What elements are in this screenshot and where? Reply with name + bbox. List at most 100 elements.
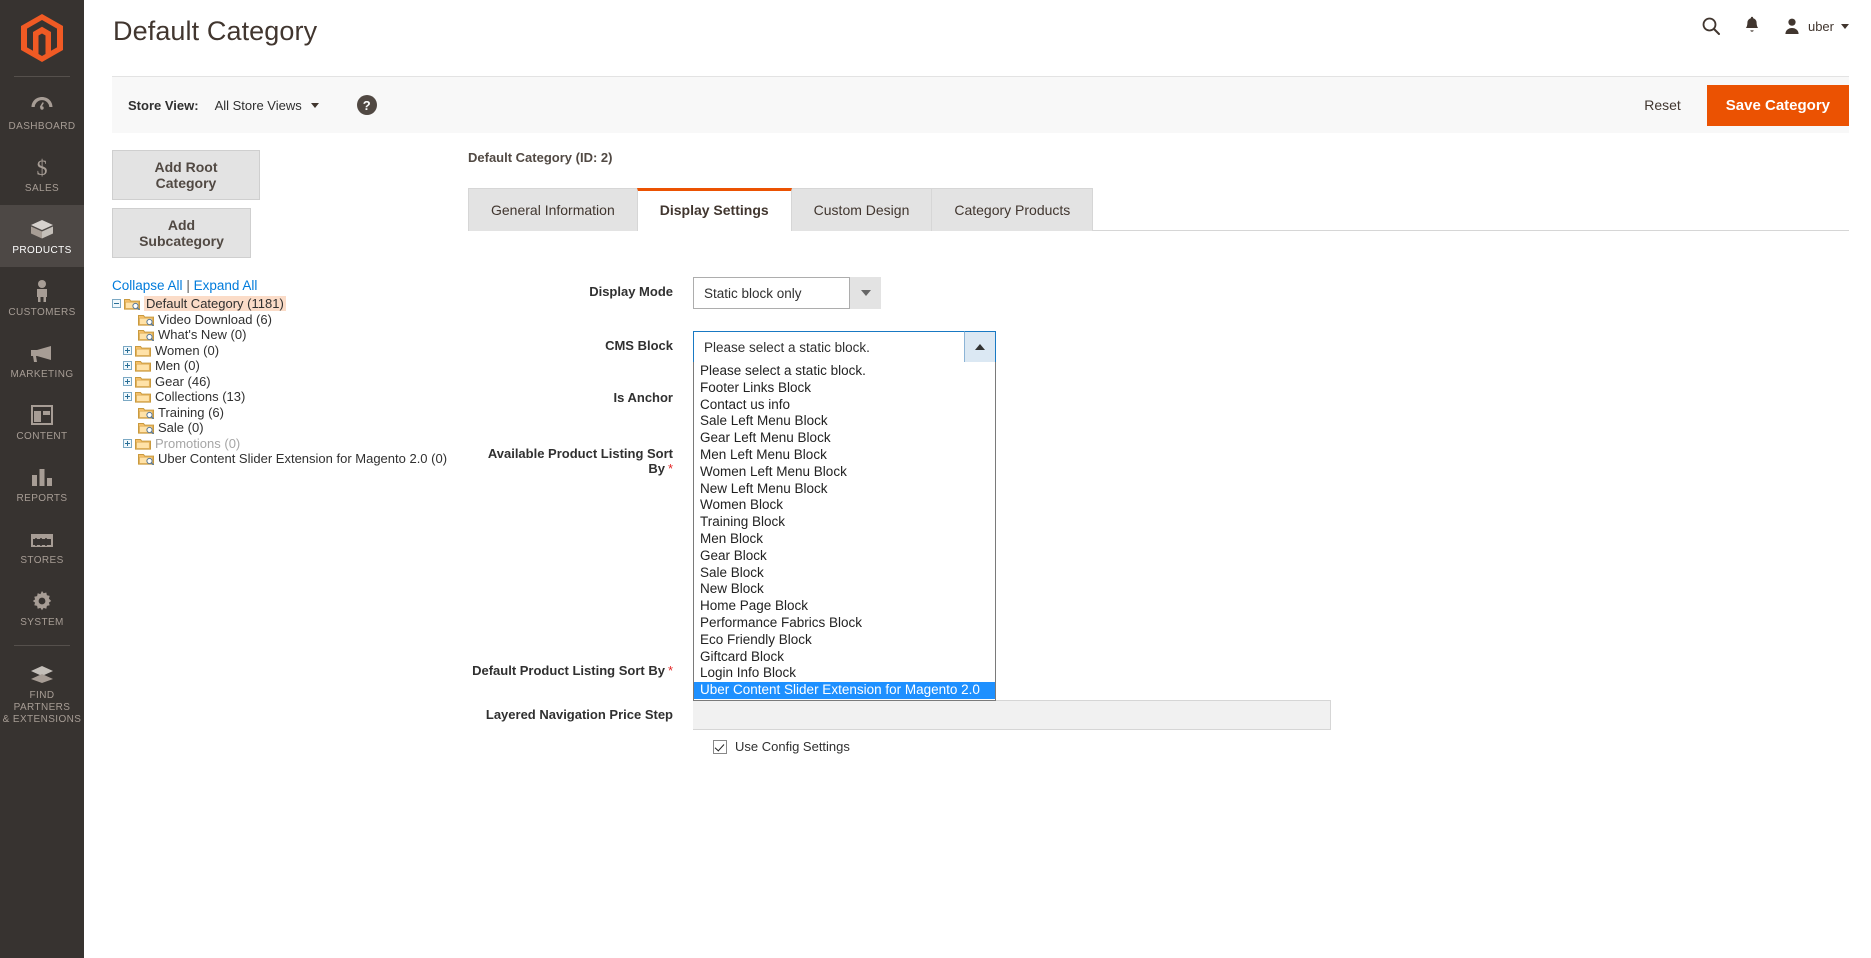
- chevron-up-icon[interactable]: [964, 331, 996, 363]
- cms-block-option[interactable]: Training Block: [694, 514, 995, 531]
- cms-block-option[interactable]: Footer Links Block: [694, 380, 995, 397]
- cms-block-option[interactable]: Gear Left Menu Block: [694, 430, 995, 447]
- sidebar-item-customers[interactable]: CUSTOMERS: [0, 267, 84, 329]
- tree-node[interactable]: Sale (0): [112, 420, 452, 436]
- tree-node[interactable]: What's New (0): [112, 327, 452, 343]
- cms-block-combobox[interactable]: Please select a static block. Please sel…: [693, 331, 996, 701]
- nav-divider-bottom: [14, 645, 70, 646]
- expand-all-link[interactable]: Expand All: [194, 278, 258, 293]
- use-config-checkbox[interactable]: [713, 739, 727, 754]
- cms-block-option[interactable]: Giftcard Block: [694, 649, 995, 666]
- cms-block-input[interactable]: Please select a static block.: [693, 331, 996, 363]
- cms-block-option[interactable]: Sale Left Menu Block: [694, 413, 995, 430]
- display-mode-control: Static block only: [693, 277, 881, 309]
- tab-display-settings[interactable]: Display Settings: [636, 188, 792, 231]
- cms-block-option[interactable]: Women Left Menu Block: [694, 464, 995, 481]
- store-view-switcher[interactable]: All Store Views: [215, 98, 319, 113]
- reset-button[interactable]: Reset: [1630, 89, 1695, 121]
- cms-block-option[interactable]: Uber Content Slider Extension for Magent…: [694, 682, 995, 699]
- folder-icon: [135, 375, 151, 388]
- tab-general-information[interactable]: General Information: [468, 188, 638, 231]
- tree-node-label[interactable]: Default Category (1181): [144, 296, 286, 312]
- tree-node[interactable]: Men (0): [112, 358, 452, 374]
- expand-node-icon[interactable]: [123, 438, 132, 448]
- tree-node-label[interactable]: Women (0): [155, 343, 219, 358]
- tab-custom-design[interactable]: Custom Design: [790, 188, 933, 231]
- magento-logo[interactable]: [0, 0, 84, 76]
- cms-block-option[interactable]: Login Info Block: [694, 665, 995, 682]
- page-title: Default Category: [113, 16, 318, 46]
- user-menu[interactable]: uber: [1783, 17, 1849, 35]
- tree-node-label[interactable]: Men (0): [155, 358, 200, 373]
- collapse-all-link[interactable]: Collapse All: [112, 278, 183, 293]
- sidebar-item-label: CUSTOMERS: [8, 307, 76, 318]
- cms-block-option[interactable]: Performance Fabrics Block: [694, 615, 995, 632]
- folder-icon: [138, 406, 155, 420]
- available-sort-by-label: Available Product Listing Sort By *: [468, 439, 693, 476]
- cms-block-options-list[interactable]: Please select a static block. Footer Link…: [693, 362, 996, 701]
- price-step-input[interactable]: [693, 700, 1331, 730]
- cms-block-option[interactable]: Men Block: [694, 531, 995, 548]
- tree-node[interactable]: Gear (46): [112, 374, 452, 390]
- sidebar-item-stores[interactable]: STORES: [0, 515, 84, 577]
- sidebar-item-dashboard[interactable]: DASHBOARD: [0, 81, 84, 143]
- sidebar-item-system[interactable]: SYSTEM: [0, 577, 84, 639]
- add-subcategory-button[interactable]: Add Subcategory: [112, 208, 251, 258]
- cms-block-option[interactable]: New Left Menu Block: [694, 481, 995, 498]
- search-icon[interactable]: [1701, 16, 1721, 36]
- save-category-button[interactable]: Save Category: [1706, 84, 1849, 126]
- sidebar-item-reports[interactable]: REPORTS: [0, 453, 84, 515]
- cms-block-option[interactable]: Eco Friendly Block: [694, 632, 995, 649]
- field-default-sort-by: Default Product Listing Sort By *: [468, 656, 1849, 678]
- folder-icon: [135, 359, 151, 372]
- question-mark-icon[interactable]: ?: [356, 95, 377, 115]
- bar-chart-icon: [2, 464, 82, 490]
- sidebar-item-sales[interactable]: $ SALES: [0, 143, 84, 205]
- cms-block-option[interactable]: New Block: [694, 581, 995, 598]
- tree-node-label[interactable]: Uber Content Slider Extension for Magent…: [158, 451, 447, 466]
- store-view-label: Store View:: [128, 97, 199, 113]
- top-bar: Default Category uber: [84, 0, 1871, 76]
- cms-block-option[interactable]: Gear Block: [694, 548, 995, 565]
- tree-node[interactable]: Training (6): [112, 405, 452, 421]
- cms-block-option[interactable]: Please select a static block.: [694, 363, 995, 380]
- cms-block-option[interactable]: Sale Block: [694, 565, 995, 582]
- tree-node[interactable]: Uber Content Slider Extension for Magent…: [112, 451, 452, 467]
- display-mode-label: Display Mode: [589, 284, 673, 299]
- tree-node-label[interactable]: Video Download (6): [158, 312, 272, 327]
- expand-node-icon[interactable]: [123, 345, 132, 355]
- cms-block-option[interactable]: Contact us info: [694, 397, 995, 414]
- expand-node-icon[interactable]: [123, 376, 132, 386]
- tree-node[interactable]: Collections (13): [112, 389, 452, 405]
- sidebar-item-marketing[interactable]: MARKETING: [0, 329, 84, 391]
- cms-block-option[interactable]: Men Left Menu Block: [694, 447, 995, 464]
- tree-node-label[interactable]: Sale (0): [158, 420, 204, 435]
- price-step-control: [693, 700, 1331, 730]
- tree-node-label[interactable]: Gear (46): [155, 374, 211, 389]
- collapse-node-icon[interactable]: [112, 299, 121, 309]
- tree-node-label[interactable]: What's New (0): [158, 327, 246, 342]
- chevron-down-icon[interactable]: [849, 277, 881, 309]
- sidebar-item-content[interactable]: CONTENT: [0, 391, 84, 453]
- tree-node[interactable]: Video Download (6): [112, 312, 452, 328]
- expand-node-icon[interactable]: [123, 392, 132, 402]
- tree-node-label[interactable]: Promotions (0): [155, 436, 240, 451]
- tree-node[interactable]: Default Category (1181): [112, 296, 452, 312]
- tree-node[interactable]: Women (0): [112, 343, 452, 359]
- sidebar-item-label: SALES: [24, 183, 60, 194]
- sidebar-item-find-partners-extensions[interactable]: FIND PARTNERS & EXTENSIONS: [0, 650, 84, 736]
- tree-node-label[interactable]: Training (6): [158, 405, 224, 420]
- display-mode-select[interactable]: Static block only: [693, 277, 881, 309]
- bell-icon[interactable]: [1743, 16, 1761, 36]
- add-root-category-button[interactable]: Add Root Category: [112, 150, 260, 200]
- available-sort-by-text: Available Product Listing Sort By: [487, 446, 673, 476]
- use-config-settings-row: Use Config Settings: [713, 739, 1849, 754]
- tree-node-label[interactable]: Collections (13): [155, 389, 245, 404]
- tab-category-products[interactable]: Category Products: [931, 188, 1094, 231]
- cms-block-option[interactable]: Home Page Block: [694, 598, 995, 615]
- cms-block-option[interactable]: Women Block: [694, 497, 995, 514]
- layout-icon: [2, 402, 82, 428]
- tree-node[interactable]: Promotions (0): [112, 436, 452, 452]
- expand-node-icon[interactable]: [123, 361, 132, 371]
- sidebar-item-products[interactable]: PRODUCTS: [0, 205, 84, 267]
